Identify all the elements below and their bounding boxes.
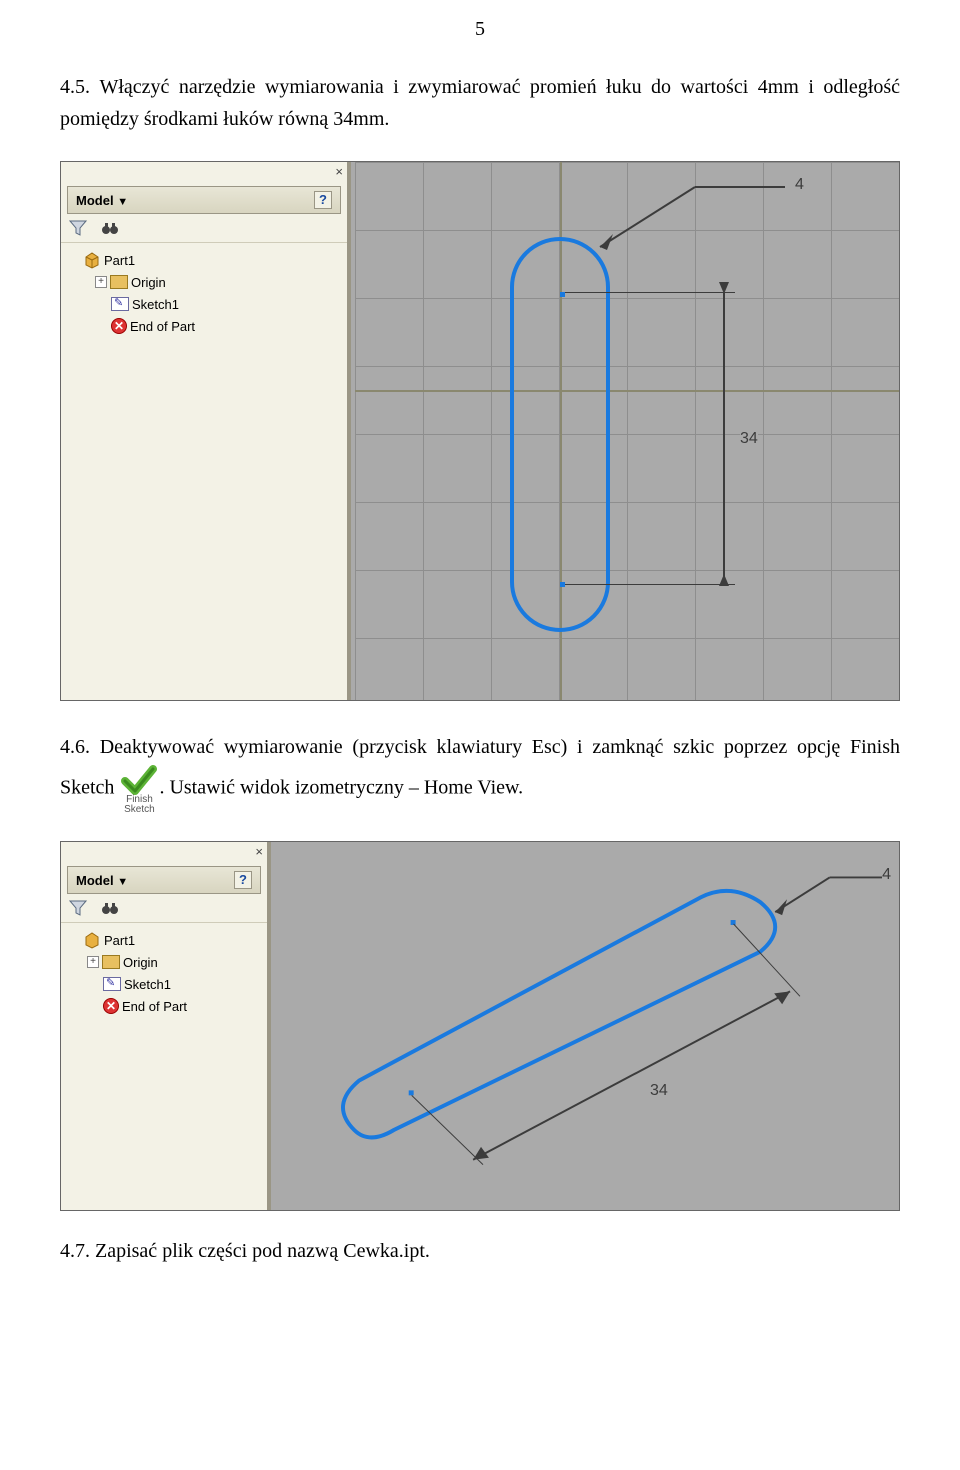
model-header-label: Model	[76, 193, 114, 208]
panel-toolbar	[61, 214, 347, 243]
tree-part-node[interactable]: Part1	[65, 249, 343, 271]
sketch-icon	[103, 977, 121, 991]
part-icon	[83, 251, 101, 269]
chevron-down-icon: ▼	[117, 196, 128, 208]
paragraph-4-5: 4.5. Włączyć narzędzie wymiarowania i zw…	[0, 61, 960, 141]
dimension-radius-value[interactable]: 4	[882, 866, 891, 884]
close-icon[interactable]: ×	[255, 844, 263, 859]
chevron-down-icon: ▼	[117, 876, 128, 888]
paragraph-4-7: 4.7. Zapisać plik części pod nazwą Cewka…	[0, 1231, 960, 1273]
sketch-canvas[interactable]: 4 34	[355, 162, 899, 700]
tree-origin-label: Origin	[131, 275, 166, 290]
tree-sketch-node[interactable]: Sketch1	[65, 293, 343, 315]
ext-line	[565, 292, 735, 293]
expand-icon[interactable]: +	[87, 956, 99, 968]
end-of-part-icon: ✕	[103, 998, 119, 1014]
paragraph-4-6: 4.6. Deaktywować wymiarowanie (przycisk …	[0, 721, 960, 821]
tree-sketch-label: Sketch1	[124, 977, 171, 992]
iso-drawing	[275, 842, 899, 1210]
model-browser-panel: × Model ▼ ? Part1 + Origin Sketch1	[61, 162, 351, 700]
dimension-radius-value[interactable]: 4	[795, 176, 804, 194]
model-header[interactable]: Model ▼ ?	[67, 866, 261, 894]
tree-part-node[interactable]: Part1	[65, 929, 263, 951]
checkmark-icon	[121, 763, 157, 795]
find-icon[interactable]	[101, 219, 119, 237]
finish-sketch-button[interactable]: Finish Sketch	[121, 763, 157, 815]
tree-origin-node[interactable]: + Origin	[65, 951, 263, 973]
tree-part-label: Part1	[104, 933, 135, 948]
end-of-part-icon: ✕	[111, 318, 127, 334]
tree-part-label: Part1	[104, 253, 135, 268]
expand-icon[interactable]: +	[95, 276, 107, 288]
finish-label-2: Sketch	[124, 805, 155, 815]
model-header[interactable]: Model ▼ ?	[67, 186, 341, 214]
page-number: 5	[0, 0, 960, 41]
tree-endpart-node[interactable]: ✕ End of Part	[65, 995, 263, 1017]
model-header-label: Model	[76, 873, 114, 888]
help-icon[interactable]: ?	[234, 871, 252, 889]
model-tree: Part1 + Origin Sketch1 ✕ End of Part	[61, 243, 347, 343]
filter-icon[interactable]	[69, 219, 87, 237]
tree-endpart-label: End of Part	[130, 319, 195, 334]
dimension-length-value[interactable]: 34	[650, 1082, 668, 1100]
folder-icon	[102, 955, 120, 969]
sketch-canvas-iso[interactable]: 4 34	[275, 842, 899, 1210]
x-axis	[355, 390, 899, 392]
tree-sketch-label: Sketch1	[132, 297, 179, 312]
filter-icon[interactable]	[69, 899, 87, 917]
tree-endpart-label: End of Part	[122, 999, 187, 1014]
paragraph-4-6-suffix: . Ustawić widok izometryczny – Home View…	[159, 777, 523, 799]
tree-endpart-node[interactable]: ✕ End of Part	[65, 315, 343, 337]
folder-icon	[110, 275, 128, 289]
dimension-graphics	[355, 162, 899, 700]
model-tree: Part1 + Origin Sketch1 ✕ End of Part	[61, 923, 267, 1023]
sketch-icon	[111, 297, 129, 311]
tree-sketch-node[interactable]: Sketch1	[65, 973, 263, 995]
screenshot-isometric-view: × Model ▼ ? Part1 + Origin Sketch1	[60, 841, 900, 1211]
ext-line	[565, 584, 735, 585]
part-icon	[83, 931, 101, 949]
tree-origin-node[interactable]: + Origin	[65, 271, 343, 293]
model-browser-panel: × Model ▼ ? Part1 + Origin Sketch1	[61, 842, 271, 1210]
dimension-length-line	[723, 292, 725, 584]
close-icon[interactable]: ×	[335, 164, 343, 179]
dimension-length-value[interactable]: 34	[740, 430, 758, 448]
tree-origin-label: Origin	[123, 955, 158, 970]
screenshot-sketch-dimension: × Model ▼ ? Part1 + Origin Sketch1	[60, 161, 900, 701]
panel-toolbar	[61, 894, 267, 923]
help-icon[interactable]: ?	[314, 191, 332, 209]
find-icon[interactable]	[101, 899, 119, 917]
